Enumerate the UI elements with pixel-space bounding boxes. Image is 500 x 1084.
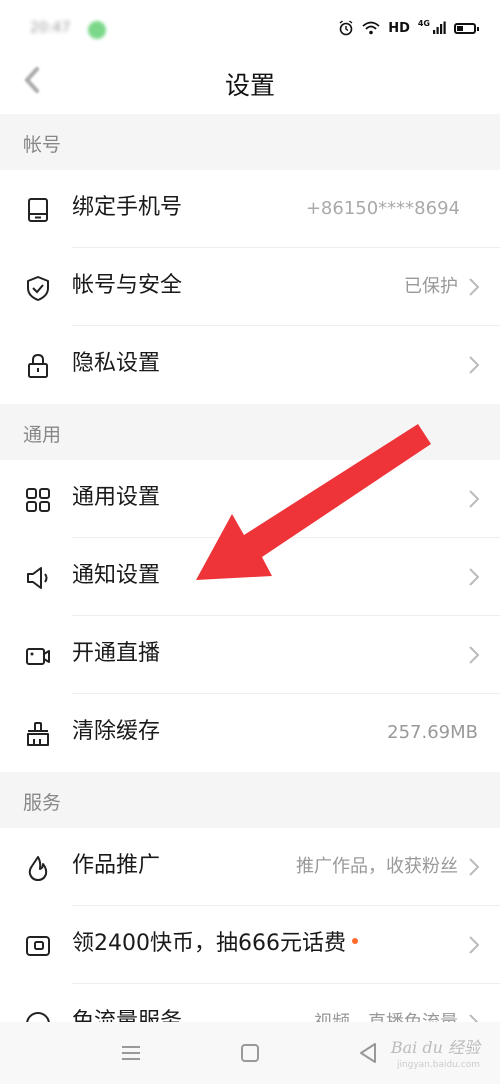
chevron-right-icon xyxy=(469,356,480,374)
row-label: 开通直播 xyxy=(72,641,161,666)
data-icon xyxy=(26,1012,50,1022)
row-label: 免流量服务 xyxy=(72,1009,183,1022)
settings-row-privacy[interactable]: 隐私设置 xyxy=(0,326,500,404)
watermark-url: jingyan.baidu.com xyxy=(396,1060,480,1070)
coin-card-icon xyxy=(26,936,50,956)
row-value: 视频、直播免流量 xyxy=(314,1010,458,1022)
row-label-text: 领2400快币，抽666元话费 xyxy=(72,931,346,956)
settings-row-live[interactable]: 开通直播 xyxy=(0,616,500,694)
row-label: 领2400快币，抽666元话费 xyxy=(72,929,358,959)
settings-row-notification[interactable]: 通知设置 xyxy=(0,538,500,616)
status-time: 20:47 xyxy=(30,20,71,36)
section-header-label: 服务 xyxy=(23,792,62,814)
settings-row-general[interactable]: 通用设置 xyxy=(0,460,500,538)
shield-icon xyxy=(27,276,49,301)
section-header-account: 帐号 xyxy=(0,114,500,170)
new-badge-dot xyxy=(351,938,358,944)
home-icon[interactable] xyxy=(237,1040,263,1066)
phone-icon xyxy=(28,198,48,222)
settings-row-bind-phone[interactable]: 绑定手机号 +86150****8694 xyxy=(0,170,500,248)
row-label: 通用设置 xyxy=(72,485,161,510)
chevron-right-icon xyxy=(469,936,480,954)
nav-bar: 设置 xyxy=(0,60,500,114)
chevron-right-icon xyxy=(469,568,480,586)
system-nav-bar: Bai du 经验 jingyan.baidu.com xyxy=(0,1022,500,1084)
chevron-right-icon xyxy=(469,858,480,876)
battery-icon xyxy=(454,22,479,34)
row-label: 作品推广 xyxy=(72,853,161,878)
settings-row-account-security[interactable]: 帐号与安全 已保护 xyxy=(0,248,500,326)
row-label: 隐私设置 xyxy=(72,351,161,376)
chevron-right-icon xyxy=(469,646,480,664)
back-triangle-icon[interactable] xyxy=(355,1040,381,1066)
settings-row-coin-promo[interactable]: 领2400快币，抽666元话费 xyxy=(0,906,500,984)
flame-icon xyxy=(28,856,48,881)
speaker-icon xyxy=(27,567,48,589)
status-bar: 20:47 HD 4G xyxy=(0,0,500,60)
menu-icon[interactable] xyxy=(118,1040,144,1066)
alarm-icon xyxy=(339,20,353,36)
section-header-service: 服务 xyxy=(0,772,500,828)
section-header-label: 帐号 xyxy=(23,134,62,156)
signal-icon xyxy=(433,21,446,34)
status-icons: HD 4G xyxy=(338,18,479,36)
lock-icon xyxy=(28,353,48,378)
hd-label: HD xyxy=(388,20,410,36)
notification-dot-icon xyxy=(88,21,106,39)
row-label: 帐号与安全 xyxy=(72,273,183,298)
watermark-brand: Bai du 经验 xyxy=(390,1038,480,1057)
settings-row-clear-cache[interactable]: 清除缓存 257.69MB xyxy=(0,694,500,772)
row-value: +86150****8694 xyxy=(305,198,460,219)
row-label: 通知设置 xyxy=(72,563,161,588)
settings-row-free-data[interactable]: 免流量服务 视频、直播免流量 xyxy=(0,984,500,1022)
row-label: 绑定手机号 xyxy=(72,195,183,220)
page-title: 设置 xyxy=(224,71,275,100)
settings-row-promotion[interactable]: 作品推广 推广作品，收获粉丝 xyxy=(0,828,500,906)
section-header-label: 通用 xyxy=(23,424,62,446)
broom-icon xyxy=(27,722,49,746)
section-header-general: 通用 xyxy=(0,404,500,460)
row-value: 已保护 xyxy=(404,276,458,297)
grid-icon xyxy=(26,488,50,512)
row-label: 清除缓存 xyxy=(72,719,161,744)
camera-icon xyxy=(26,648,50,665)
chevron-right-icon xyxy=(469,278,480,296)
wifi-icon xyxy=(362,21,380,35)
row-value: 257.69MB xyxy=(387,722,478,743)
chevron-right-icon xyxy=(469,490,480,508)
chevron-right-icon xyxy=(469,1014,479,1022)
row-value: 推广作品，收获粉丝 xyxy=(296,856,458,877)
signal-4g-label: 4G xyxy=(417,18,430,28)
